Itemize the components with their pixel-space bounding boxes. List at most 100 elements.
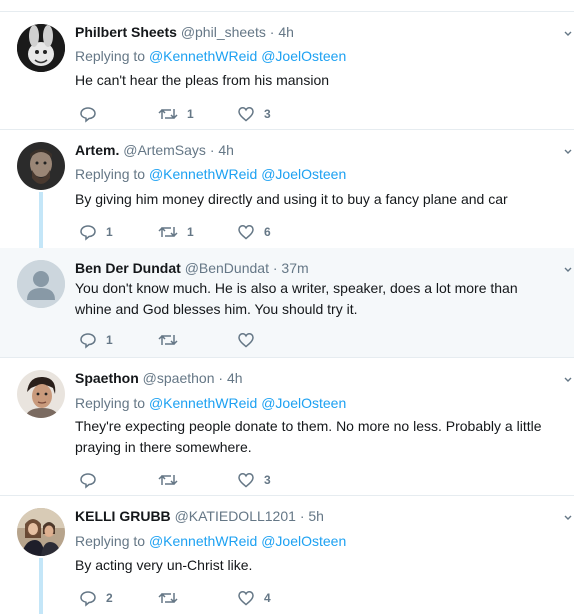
mention-link[interactable]: @KennethWReid [149,48,257,64]
tweet-text: By giving him money directly and using i… [75,191,508,207]
tweet-text: He can't hear the pleas from his mansion [75,72,330,88]
replying-to-label: Replying to [75,395,146,411]
display-name[interactable]: Spaethon [75,370,139,386]
thread-line [39,558,43,614]
avatar[interactable] [17,508,65,556]
reply-icon [80,591,96,607]
retweet-button[interactable]: 1 [158,104,194,124]
reply-count: 1 [106,333,113,347]
timestamp[interactable]: 5h [308,508,324,524]
display-name[interactable]: Artem. [75,142,119,158]
separator-dot: · [269,24,275,40]
retweet-button[interactable]: 1 [158,222,194,242]
tweet-text: You don't know much. He is also a writer… [75,280,518,317]
reply-count: 2 [106,591,113,605]
thread-line [39,192,43,248]
timestamp[interactable]: 4h [278,24,294,40]
retweet-button[interactable] [158,470,187,490]
tweet-actions: 1 3 [75,104,375,124]
retweet-count: 1 [187,107,194,121]
chevron-down-icon[interactable] [563,265,573,275]
like-icon [238,473,254,488]
reply-button[interactable]: 1 [79,330,113,350]
like-count: 4 [264,591,271,605]
tweet-actions: 1 1 6 [75,222,375,242]
like-button[interactable]: 3 [237,104,271,124]
tweet-actions: 3 [75,470,375,490]
replying-to: Replying to @KennethWReid @JoelOsteen [75,48,346,64]
user-handle[interactable]: @KATIEDOLL1201 [175,508,296,524]
replying-to: Replying to @KennethWReid @JoelOsteen [75,166,346,182]
user-handle[interactable]: @ArtemSays [123,142,206,158]
like-count: 3 [264,473,271,487]
reply-icon [80,333,96,349]
like-button[interactable]: 6 [237,222,271,242]
replying-to-label: Replying to [75,166,146,182]
replying-to: Replying to @KennethWReid @JoelOsteen [75,533,346,549]
like-button[interactable]: 4 [237,588,271,608]
mention-link[interactable]: @JoelOsteen [261,395,346,411]
user-handle[interactable]: @phil_sheets [181,24,266,40]
avatar[interactable] [17,370,65,418]
reply-icon [80,107,96,123]
tweet-5[interactable]: KELLI GRUBB @KATIEDOLL1201 · 5h Replying… [0,496,574,614]
like-icon [238,225,254,240]
tweet-header: Ben Der Dundat @BenDundat · 37m [75,260,309,276]
mention-link[interactable]: @KennethWReid [149,395,257,411]
timestamp[interactable]: 4h [218,142,234,158]
reply-icon [80,225,96,241]
like-count: 6 [264,225,271,239]
replying-to-label: Replying to [75,48,146,64]
retweet-button[interactable] [158,588,187,608]
reply-count: 1 [106,225,113,239]
like-count: 3 [264,107,271,121]
mention-link[interactable]: @KennethWReid [149,533,257,549]
mention-link[interactable]: @JoelOsteen [261,48,346,64]
timestamp[interactable]: 37m [281,260,308,276]
separator-dot: · [209,142,215,158]
reply-button[interactable] [79,470,106,490]
user-handle[interactable]: @spaethon [143,370,215,386]
like-button[interactable] [237,330,264,350]
retweet-button[interactable] [158,330,187,350]
mention-link[interactable]: @JoelOsteen [261,166,346,182]
like-icon [238,333,254,348]
like-button[interactable]: 3 [237,470,271,490]
reply-button[interactable] [79,104,106,124]
chevron-down-icon[interactable] [563,147,573,157]
chevron-down-icon[interactable] [563,29,573,39]
tweet-text: By acting very un-Christ like. [75,557,253,573]
reply-icon [80,473,96,489]
tweet-header: Philbert Sheets @phil_sheets · 4h [75,24,294,40]
reply-button[interactable]: 1 [79,222,113,242]
tweet-actions: 1 [75,330,375,350]
avatar[interactable] [17,24,65,72]
tweet-text: They're expecting people donate to them.… [75,418,542,455]
tweet-1[interactable]: Philbert Sheets @phil_sheets · 4h Replyi… [0,12,574,130]
separator-dot: · [299,508,305,524]
replying-to-label: Replying to [75,533,146,549]
display-name[interactable]: Ben Der Dundat [75,260,181,276]
mention-link[interactable]: @JoelOsteen [261,533,346,549]
tweet-actions: 2 4 [75,588,375,608]
tweet-4[interactable]: Spaethon @spaethon · 4h Replying to @Ken… [0,358,574,496]
chevron-down-icon[interactable] [563,513,573,523]
display-name[interactable]: Philbert Sheets [75,24,177,40]
user-handle[interactable]: @BenDundat [185,260,269,276]
replying-to: Replying to @KennethWReid @JoelOsteen [75,395,346,411]
retweet-icon [158,226,178,238]
tweet-3-focused[interactable]: Ben Der Dundat @BenDundat · 37m You don'… [0,248,574,358]
retweet-icon [158,334,178,346]
mention-link[interactable]: @KennethWReid [149,166,257,182]
chevron-down-icon[interactable] [563,375,573,385]
separator-dot: · [218,370,224,386]
reply-button[interactable]: 2 [79,588,113,608]
retweet-icon [158,592,178,604]
avatar-default[interactable] [17,260,65,308]
tweet-2[interactable]: Artem. @ArtemSays · 4h Replying to @Kenn… [0,130,574,248]
timestamp[interactable]: 4h [227,370,243,386]
retweet-icon [158,474,178,486]
retweet-count: 1 [187,225,194,239]
display-name[interactable]: KELLI GRUBB [75,508,171,524]
avatar[interactable] [17,142,65,190]
